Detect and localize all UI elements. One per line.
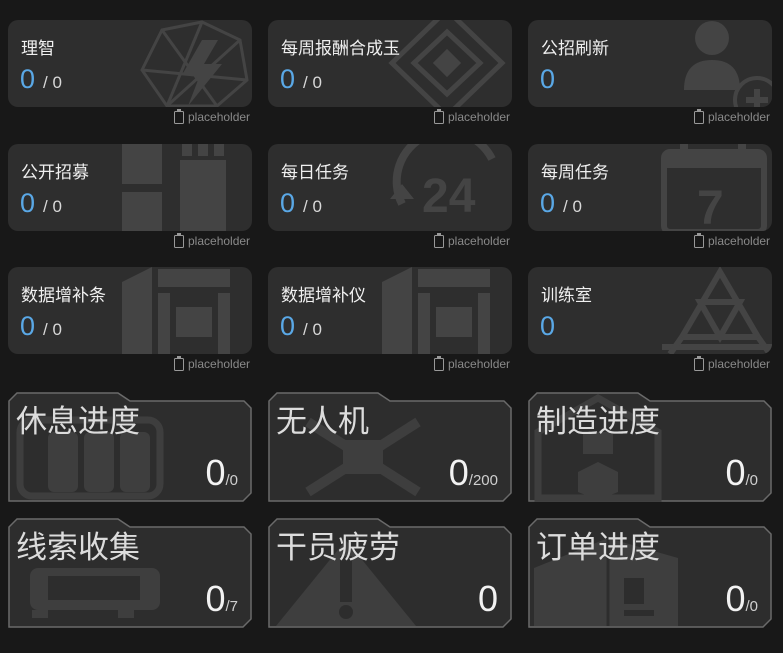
sanity-icon (122, 20, 252, 107)
card-value: 0/ 0 (20, 311, 62, 341)
orundum-icon (382, 20, 512, 107)
recruit-refresh-icon (642, 20, 772, 107)
card-title: 每周报酬合成玉 (281, 39, 400, 58)
card-note: placeholder (174, 108, 250, 124)
panel-title: 无人机 (276, 404, 369, 439)
panel-factory[interactable]: 制造进度 0/0 (528, 392, 772, 502)
card-value: 0/ 0 (280, 64, 322, 94)
card-title: 公开招募 (21, 163, 89, 182)
battery-icon (434, 108, 444, 124)
card-value: 0 (540, 64, 556, 94)
card-title: 训练室 (541, 286, 592, 305)
card-weekly-task[interactable]: 7 每周任务 0/ 0 (528, 144, 772, 231)
panel-title: 订单进度 (536, 530, 660, 565)
card-title: 公招刷新 (541, 39, 609, 58)
card-note: placeholder (694, 355, 770, 371)
battery-icon (694, 108, 704, 124)
card-value: 0/ 0 (20, 188, 62, 218)
card-note: placeholder (694, 108, 770, 124)
panel-value: 0/0 (725, 452, 758, 493)
panel-value: 0/7 (205, 578, 238, 619)
data-supplement-instrument-icon (382, 267, 512, 354)
svg-text:24: 24 (422, 170, 476, 223)
svg-text:7: 7 (697, 182, 724, 231)
card-weekly-orundum[interactable]: 每周报酬合成玉 0/ 0 (268, 20, 512, 107)
card-note: placeholder (174, 232, 250, 248)
card-value: 0/ 0 (540, 188, 582, 218)
card-daily-task[interactable]: 24 每日任务 0/ 0 (268, 144, 512, 231)
panel-value: 0/200 (448, 452, 498, 493)
battery-icon (174, 108, 184, 124)
training-room-icon (642, 267, 772, 354)
card-value: 0 (540, 311, 556, 341)
card-note: placeholder (434, 232, 510, 248)
card-note: placeholder (434, 108, 510, 124)
card-data-instrument[interactable]: 数据增补仪 0/ 0 (268, 267, 512, 354)
panel-value: 0 (477, 578, 498, 619)
card-sanity[interactable]: 理智 0/ 0 (8, 20, 252, 107)
card-title: 每日任务 (281, 163, 349, 182)
panel-value: 0/0 (205, 452, 238, 493)
card-data-stick[interactable]: 数据增补条 0/ 0 (8, 267, 252, 354)
panel-title: 线索收集 (16, 530, 140, 565)
panel-order[interactable]: 订单进度 0/0 (528, 518, 772, 628)
panel-clue[interactable]: 线索收集 0/7 (8, 518, 252, 628)
card-note: placeholder (174, 355, 250, 371)
panel-title: 休息进度 (16, 404, 140, 439)
panel-dormitory[interactable]: 休息进度 0/0 (8, 392, 252, 502)
card-value: 0/ 0 (280, 311, 322, 341)
panel-value: 0/0 (725, 578, 758, 619)
panel-title: 干员疲劳 (276, 530, 400, 565)
card-value: 0/ 0 (280, 188, 322, 218)
card-training-room[interactable]: 训练室 0 (528, 267, 772, 354)
panel-fatigue[interactable]: 干员疲劳 0 (268, 518, 512, 628)
card-note: placeholder (694, 232, 770, 248)
battery-icon (694, 355, 704, 371)
card-title: 理智 (21, 39, 55, 58)
battery-icon (174, 355, 184, 371)
panel-drone[interactable]: 无人机 0/200 (268, 392, 512, 502)
daily-24-icon: 24 (382, 144, 512, 231)
battery-icon (434, 355, 444, 371)
panel-title: 制造进度 (536, 404, 660, 439)
card-recruit[interactable]: 公开招募 0/ 0 (8, 144, 252, 231)
battery-icon (434, 232, 444, 248)
card-title: 数据增补仪 (281, 286, 366, 305)
card-recruit-refresh[interactable]: 公招刷新 0 (528, 20, 772, 107)
card-title: 每周任务 (541, 163, 609, 182)
weekly-calendar-icon: 7 (642, 144, 772, 231)
battery-icon (694, 232, 704, 248)
card-title: 数据增补条 (21, 286, 106, 305)
recruit-icon (122, 144, 252, 231)
card-note: placeholder (434, 355, 510, 371)
data-supplement-stick-icon (122, 267, 252, 354)
card-value: 0/ 0 (20, 64, 62, 94)
battery-icon (174, 232, 184, 248)
